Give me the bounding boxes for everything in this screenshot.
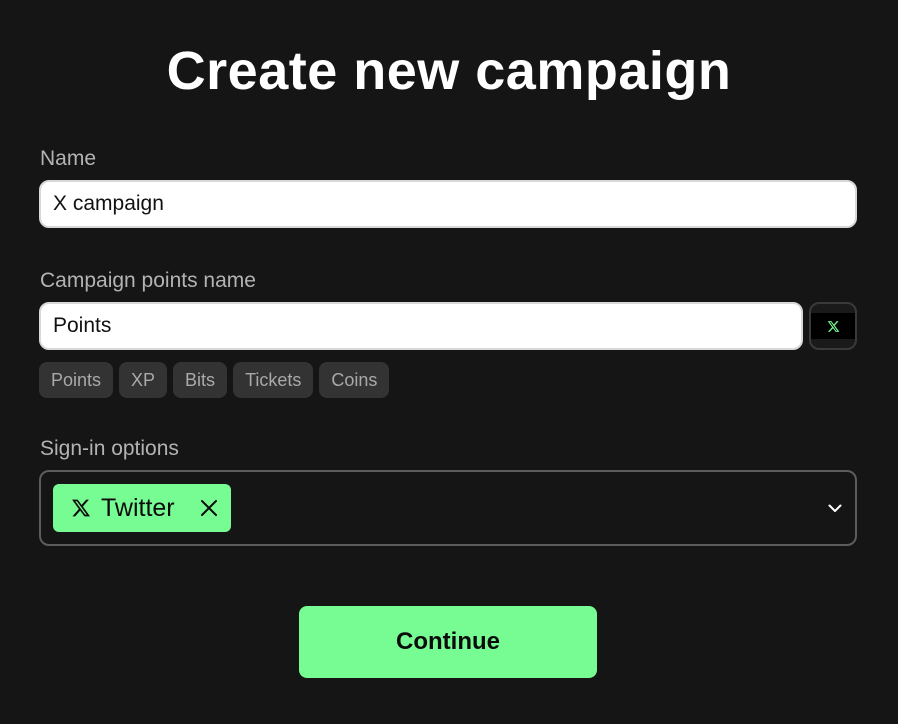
points-name-input-value: Points — [53, 314, 112, 337]
points-name-input[interactable]: Points — [39, 302, 803, 350]
points-icon-picker-button[interactable] — [809, 302, 857, 350]
points-name-suggestions: Points XP Bits Tickets Coins — [39, 362, 390, 398]
suggestion-chip-coins[interactable]: Coins — [319, 362, 390, 398]
name-label: Name — [40, 147, 97, 170]
close-icon — [201, 500, 217, 516]
dropdown-toggle[interactable] — [825, 498, 845, 518]
remove-tag-button[interactable] — [199, 498, 219, 518]
name-input[interactable]: X campaign — [39, 180, 857, 228]
signin-options-label: Sign-in options — [40, 437, 179, 460]
suggestion-chip-points[interactable]: Points — [39, 362, 114, 398]
selected-tag-twitter: Twitter — [53, 484, 231, 532]
selected-tag-label: Twitter — [101, 493, 175, 522]
create-campaign-page: Create new campaign Name X campaign Camp… — [0, 0, 898, 724]
suggestion-chip-tickets[interactable]: Tickets — [233, 362, 314, 398]
page-title: Create new campaign — [166, 41, 732, 101]
x-logo-icon — [827, 320, 839, 332]
x-logo-icon — [72, 499, 90, 517]
signin-options-select[interactable]: Twitter — [39, 470, 857, 546]
suggestion-chip-xp[interactable]: XP — [119, 362, 168, 398]
points-name-label: Campaign points name — [40, 269, 256, 292]
chevron-down-icon — [828, 504, 842, 512]
name-input-value: X campaign — [53, 192, 164, 215]
points-icon-preview — [811, 313, 855, 339]
continue-button[interactable]: Continue — [299, 606, 597, 678]
suggestion-chip-bits[interactable]: Bits — [173, 362, 228, 398]
